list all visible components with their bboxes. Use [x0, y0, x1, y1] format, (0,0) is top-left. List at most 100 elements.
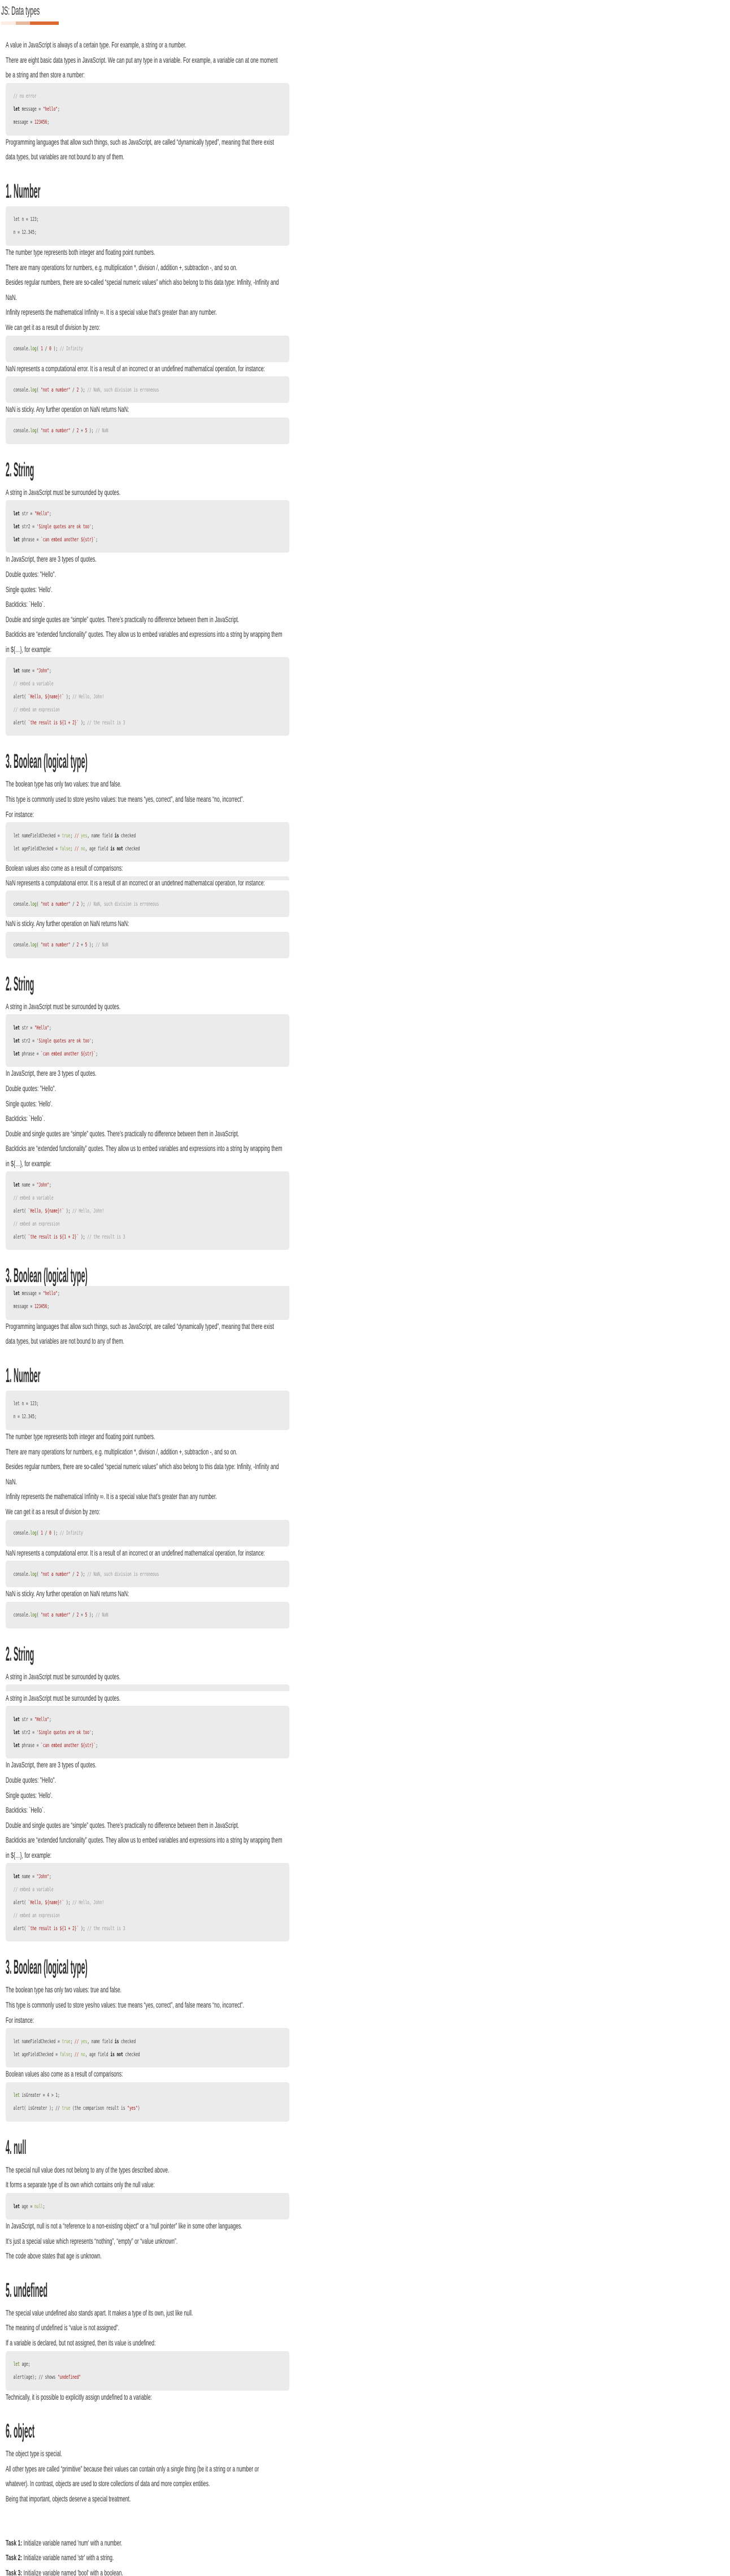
code-token: / [42, 346, 50, 353]
code-line: message = 123456; [14, 1300, 282, 1313]
code-token: ; [95, 1050, 98, 1057]
code-token: "Hello" [34, 1716, 50, 1723]
section-heading: 5. undefined [6, 2279, 48, 2301]
code-token: ; [49, 1181, 51, 1188]
section-heading: 6. object [6, 2420, 35, 2443]
code-line: let age; [14, 2358, 282, 2371]
paragraph: A string in JavaScript must be surrounde… [6, 487, 121, 497]
paragraph: The meaning of undefined is “value is no… [6, 2323, 120, 2332]
code-token: 123456 [34, 119, 47, 126]
code-token: ; [42, 2203, 45, 2210]
code-token: , name field [87, 2038, 115, 2045]
paragraph: The boolean type has only two values: tr… [6, 779, 122, 789]
code-block: let n = 123; n = 12.345; [6, 1390, 290, 1430]
code-token: ; [70, 845, 75, 852]
code-token: "John" [36, 667, 50, 674]
code-block: let name = "John"; // embed a variable ale… [6, 657, 290, 736]
code-token: let [13, 1181, 20, 1188]
paragraph: We can get it as a result of division by… [6, 322, 101, 332]
code-line: let n = 123; [14, 1397, 282, 1410]
code-token: // embed a variable [13, 1194, 54, 1201]
paragraph: The special null value does not belong t… [6, 2165, 170, 2174]
code-token: str = [19, 510, 34, 517]
paragraph: The number type represents both integer … [6, 1431, 155, 1441]
code-token: log [30, 428, 37, 435]
code-token: // NaN, such division is erroneous [87, 386, 159, 393]
code-line: // embed an expression [14, 1909, 282, 1922]
code-line: let ageFieldChecked = false; // no, age … [14, 2048, 282, 2061]
paragraph: Infinity represents the mathematical Inf… [6, 1492, 217, 1501]
code-token: "Hello" [34, 1024, 50, 1031]
code-token: + [79, 942, 85, 949]
code-token: let [13, 667, 20, 674]
code-token: let ageFieldChecked = [13, 845, 60, 852]
task-list: Task 1: Initialize variable named 'num' … [6, 2535, 289, 2576]
code-token: + [79, 428, 85, 435]
article-body: A value in JavaScript is always of a cer… [6, 880, 290, 1286]
code-token: / [42, 1530, 50, 1537]
code-token: let [13, 1716, 20, 1723]
code-block: console.log( "not a number" / 2 ); // Na… [6, 376, 290, 403]
code-line: console.log( "not a number" / 2 ); // Na… [14, 898, 282, 911]
code-line: let message = "hello"; [14, 1287, 282, 1300]
code-token: // Hello, John! [72, 693, 105, 700]
code-line: message = 123456; [14, 116, 282, 129]
paragraph: Double quotes: "Hello". [6, 569, 57, 579]
code-token: "hello" [42, 106, 58, 113]
code-line: let str = "Hello"; [14, 507, 282, 520]
code-token: console. [13, 346, 31, 353]
paragraph: Double and single quotes are “simple” qu… [6, 1820, 240, 1830]
code-token: // [74, 845, 79, 852]
code-line: let n = 123; [14, 213, 282, 226]
paragraph: Programming languages that allow such th… [6, 137, 274, 162]
paragraph: The special value undefined also stands … [6, 2308, 193, 2317]
code-token: ; [91, 1729, 94, 1736]
paragraph: In JavaScript, there are 3 types of quot… [6, 1068, 97, 1078]
article-body: A value in JavaScript is always of a cer… [6, 1286, 290, 1691]
code-token: age; [19, 2361, 31, 2368]
code-token: // embed an expression [13, 706, 60, 713]
code-token: true [62, 2038, 71, 2045]
paragraph: It forms a separate type of its own whic… [6, 2180, 155, 2190]
code-token: // Infinity [59, 1530, 83, 1537]
code-token: ); [64, 1207, 73, 1214]
code-line: alert( `the result is ${1 + 2}` ); // th… [14, 716, 282, 729]
code-line: alert( `the result is ${1 + 2}` ); // th… [14, 1922, 282, 1935]
code-token: is [110, 2051, 115, 2058]
code-line: // no error [14, 90, 282, 103]
code-token: is [110, 845, 115, 852]
code-token: alert( [13, 1925, 28, 1932]
code-token: ); [51, 1530, 60, 1537]
code-token: ); [87, 1612, 96, 1619]
code-token: false [59, 2051, 71, 2058]
code-block: let name = "John"; // embed a variable ale… [6, 1863, 290, 1942]
code-block: // no errorlet message = "hello";message… [6, 82, 290, 136]
code-line: console.log( 1 / 0 ); // Infinity [14, 342, 282, 355]
paragraph: This type is commonly used to store yes/… [6, 794, 245, 804]
task-label: Task 2: [6, 2553, 23, 2562]
code-token: false [59, 845, 71, 852]
code-token: "not a number" [41, 1571, 71, 1578]
code-line: let nameFieldChecked = true; // yes, nam… [14, 829, 282, 842]
code-token: ; [58, 106, 60, 113]
code-token: alert( [13, 693, 28, 700]
code-token: let n = 123; [13, 216, 39, 223]
code-token: ; [70, 2038, 75, 2045]
code-token: log [30, 386, 37, 393]
code-token: phrase = [19, 536, 41, 543]
code-block: let isGreater = 4 > 1;alert( isGreater )… [6, 2082, 290, 2122]
code-line: // embed a variable [14, 1192, 282, 1205]
code-token: "yes" [127, 2105, 138, 2112]
code-block: console.log( "not a number" / 2 + 5 ); /… [6, 417, 290, 444]
code-token: let [13, 1729, 20, 1736]
code-token: name = [19, 1873, 37, 1880]
code-token: let [13, 523, 20, 530]
paragraph: NaN represents a computational error. It… [6, 880, 265, 887]
code-line: let str = "Hello"; [14, 1022, 282, 1035]
paragraph: Being that important, objects deserve a … [6, 2494, 131, 2503]
code-line: let phrase = `can embed another ${str}`; [14, 1739, 282, 1752]
code-token: "not a number" [41, 942, 71, 949]
paragraph: All other types are called “primitive” b… [6, 2464, 259, 2488]
code-token: ; [70, 832, 75, 839]
content-segment: A value in JavaScript is always of a cer… [0, 28, 730, 880]
